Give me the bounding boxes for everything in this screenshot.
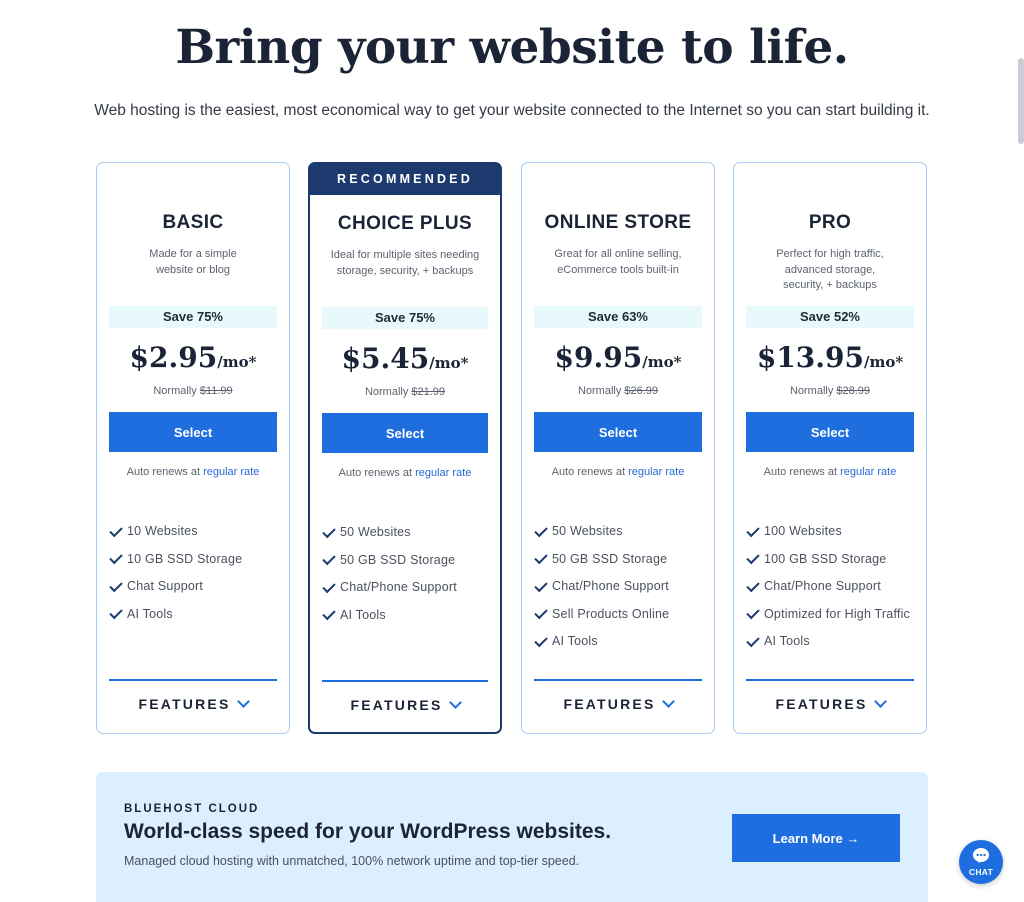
select-button-basic[interactable]: Select <box>109 412 277 452</box>
list-item: AI Tools <box>109 605 279 623</box>
auto-renew-note: Auto renews at regular rate <box>551 466 685 478</box>
check-icon <box>322 606 336 621</box>
plan-card-online-store: ONLINE STORE Great for all online sellin… <box>521 162 715 734</box>
list-item: 10 GB SSD Storage <box>109 550 279 568</box>
divider <box>109 679 277 681</box>
cloud-title: World-class speed for your WordPress web… <box>124 820 612 843</box>
divider <box>322 680 488 682</box>
list-item: Chat Support <box>109 578 279 595</box>
save-badge: Save 63% <box>534 306 702 328</box>
check-icon <box>322 579 336 593</box>
list-item: 50 Websites <box>322 524 490 541</box>
chat-label: CHAT <box>968 867 994 877</box>
plan-price: $9.95/mo* <box>554 341 682 374</box>
auto-renew-note: Auto renews at regular rate <box>763 466 897 478</box>
check-icon <box>109 523 123 537</box>
chevron-down-icon <box>873 695 887 708</box>
plan-card-basic: BASIC Made for a simple website or blog … <box>96 162 290 734</box>
check-icon <box>746 578 760 592</box>
list-item: Sell Products Online <box>534 605 704 623</box>
feature-list: 10 Websites 10 GB SSD Storage Chat Suppo… <box>109 523 279 634</box>
regular-rate-link[interactable]: regular rate <box>203 466 259 478</box>
plan-price: $5.45/mo* <box>341 342 469 375</box>
check-icon <box>109 550 123 565</box>
select-button-choice-plus[interactable]: Select <box>322 413 488 453</box>
select-button-pro[interactable]: Select <box>746 412 914 452</box>
plan-description: Perfect for high traffic, advanced stora… <box>776 248 884 291</box>
check-icon <box>534 523 548 537</box>
list-item: AI Tools <box>534 633 704 650</box>
divider <box>746 679 914 681</box>
feature-list: 100 Websites 100 GB SSD Storage Chat/Pho… <box>746 523 916 662</box>
check-icon <box>534 550 548 565</box>
list-item: 100 GB SSD Storage <box>746 550 916 568</box>
chevron-down-icon <box>661 695 675 708</box>
normal-price: Normally $26.99 <box>577 385 659 397</box>
chat-dots-icon <box>976 854 986 856</box>
plan-price: $13.95/mo* <box>756 341 904 374</box>
check-icon <box>534 605 548 620</box>
list-item: Optimized for High Traffic <box>746 605 916 623</box>
plan-name: BASIC <box>162 212 224 233</box>
list-item: AI Tools <box>322 606 490 624</box>
regular-rate-link[interactable]: regular rate <box>840 466 896 478</box>
plan-card-choice-plus: RECOMMENDED CHOICE PLUS Ideal for multip… <box>308 162 502 734</box>
divider <box>534 679 702 681</box>
features-toggle-online-store[interactable]: FEATURES <box>522 695 714 712</box>
plan-name: ONLINE STORE <box>544 212 692 233</box>
plan-card-pro: PRO Perfect for high traffic, advanced s… <box>733 162 927 734</box>
check-icon <box>746 633 760 647</box>
regular-rate-link[interactable]: regular rate <box>628 466 684 478</box>
cloud-promo-banner: BLUEHOST CLOUD World-class speed for you… <box>96 772 928 902</box>
check-icon <box>534 633 548 647</box>
plan-name: CHOICE PLUS <box>337 213 473 234</box>
plan-description: Great for all online selling, eCommerce … <box>554 248 682 276</box>
cloud-eyebrow: BLUEHOST CLOUD <box>124 803 260 815</box>
features-toggle-choice-plus[interactable]: FEATURES <box>310 696 500 713</box>
chat-widget-button[interactable]: CHAT <box>959 840 1003 884</box>
feature-list: 50 Websites 50 GB SSD Storage Chat/Phone… <box>534 523 704 662</box>
plan-description: Made for a simple website or blog <box>149 248 237 276</box>
feature-list: 50 Websites 50 GB SSD Storage Chat/Phone… <box>322 524 490 635</box>
features-toggle-basic[interactable]: FEATURES <box>97 695 289 712</box>
check-icon <box>109 605 123 620</box>
list-item: 50 Websites <box>534 523 704 540</box>
learn-more-button[interactable]: Learn More → <box>732 814 900 862</box>
page-title: Bring your website to life. <box>175 20 849 75</box>
page-subtitle: Web hosting is the easiest, most economi… <box>94 102 930 119</box>
save-badge: Save 75% <box>322 307 488 329</box>
list-item: Chat/Phone Support <box>746 578 916 595</box>
plan-price: $2.95/mo* <box>129 341 257 374</box>
normal-price: Normally $28.99 <box>789 385 871 397</box>
normal-price: Normally $11.99 <box>153 385 233 397</box>
list-item: 10 Websites <box>109 523 279 540</box>
check-icon <box>746 550 760 565</box>
list-item: 50 GB SSD Storage <box>322 551 490 569</box>
check-icon <box>746 523 760 537</box>
auto-renew-note: Auto renews at regular rate <box>126 466 260 478</box>
plan-name: PRO <box>808 212 852 233</box>
save-badge: Save 52% <box>746 306 914 328</box>
cloud-subtitle: Managed cloud hosting with unmatched, 10… <box>124 854 580 868</box>
list-item: Chat/Phone Support <box>322 579 490 596</box>
chevron-down-icon <box>448 696 462 709</box>
normal-price: Normally $21.99 <box>364 386 446 398</box>
recommended-badge: RECOMMENDED <box>309 163 501 195</box>
auto-renew-note: Auto renews at regular rate <box>338 467 472 479</box>
plan-description: Ideal for multiple sites needing storage… <box>330 249 480 277</box>
list-item: Chat/Phone Support <box>534 578 704 595</box>
check-icon <box>322 551 336 566</box>
check-icon <box>746 605 760 620</box>
check-icon <box>109 578 123 592</box>
chevron-down-icon <box>236 695 250 708</box>
select-button-online-store[interactable]: Select <box>534 412 702 452</box>
save-badge: Save 75% <box>109 306 277 328</box>
check-icon <box>322 524 336 538</box>
features-toggle-pro[interactable]: FEATURES <box>734 695 926 712</box>
check-icon <box>534 578 548 592</box>
regular-rate-link[interactable]: regular rate <box>415 467 471 479</box>
list-item: 50 GB SSD Storage <box>534 550 704 568</box>
list-item: 100 Websites <box>746 523 916 540</box>
list-item: AI Tools <box>746 633 916 650</box>
